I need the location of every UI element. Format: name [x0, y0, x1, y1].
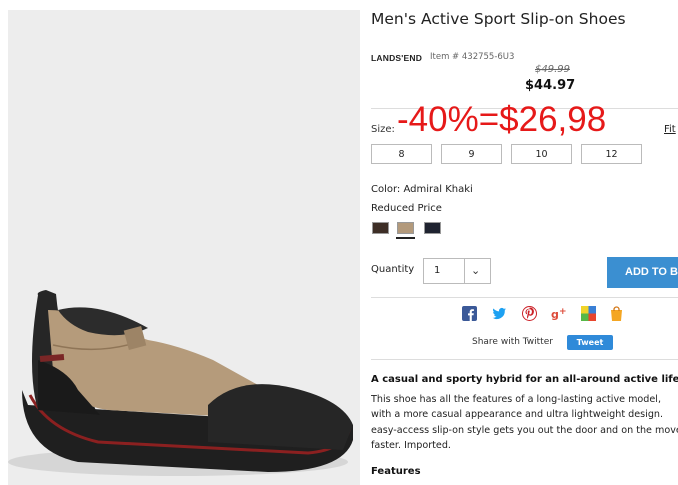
shoe-illustration	[8, 290, 353, 476]
description-line: This shoe has all the features of a long…	[371, 394, 662, 405]
size-label: Size:	[371, 124, 395, 135]
tweet-button[interactable]: Tweet	[567, 335, 613, 350]
product-image[interactable]	[8, 10, 360, 485]
size-option-10[interactable]: 10	[511, 144, 572, 164]
reduced-price-label: Reduced Price	[371, 203, 442, 214]
quantity-label: Quantity	[371, 264, 415, 275]
google-plus-icon[interactable]: g +	[551, 306, 566, 321]
divider	[371, 297, 678, 298]
brand-logo[interactable]: LANDS'END	[371, 53, 422, 63]
swatch-admiral-khaki[interactable]	[397, 222, 414, 234]
divider	[371, 359, 678, 360]
delicious-icon[interactable]	[581, 306, 596, 321]
size-option-8[interactable]: 8	[371, 144, 432, 164]
add-to-bag-button[interactable]: ADD TO BAG	[607, 257, 678, 288]
item-number: Item # 432755-6U3	[430, 52, 515, 62]
facebook-icon[interactable]	[462, 306, 477, 321]
fit-guide-link[interactable]: Fit	[664, 124, 676, 135]
pinterest-icon[interactable]	[522, 306, 537, 321]
features-heading: Features	[371, 466, 421, 477]
description-body: This shoe has all the features of a long…	[371, 392, 678, 453]
selected-swatch-indicator	[396, 237, 415, 239]
original-price: $49.99	[535, 64, 570, 75]
promo-price-overlay: -40%=$26,98	[397, 100, 607, 139]
description-line: faster. Imported.	[371, 439, 451, 451]
svg-text:g: g	[551, 308, 559, 321]
description-line: with a more casual appearance and ultra …	[371, 409, 664, 421]
quantity-select[interactable]: 1 ⌄	[423, 258, 491, 284]
color-label: Color: Admiral Khaki	[371, 184, 473, 195]
tweet-label: Tweet	[576, 338, 604, 347]
description-heading: A casual and sporty hybrid for an all-ar…	[371, 374, 678, 385]
shopping-bag-icon[interactable]	[609, 306, 624, 321]
swatch-navy[interactable]	[424, 222, 441, 234]
svg-text:+: +	[559, 307, 566, 317]
select-divider	[464, 259, 465, 283]
sale-price: $44.97	[525, 78, 576, 93]
size-option-12[interactable]: 12	[581, 144, 642, 164]
chevron-down-icon: ⌄	[471, 264, 481, 277]
twitter-icon[interactable]	[492, 306, 507, 321]
size-option-9[interactable]: 9	[441, 144, 502, 164]
product-title: Men's Active Sport Slip-on Shoes	[371, 10, 626, 28]
description-line: easy-access slip-on style gets you out t…	[371, 424, 678, 436]
share-with-twitter-label: Share with Twitter	[472, 337, 553, 347]
swatch-dark-brown[interactable]	[372, 222, 389, 234]
quantity-value: 1	[434, 265, 441, 276]
